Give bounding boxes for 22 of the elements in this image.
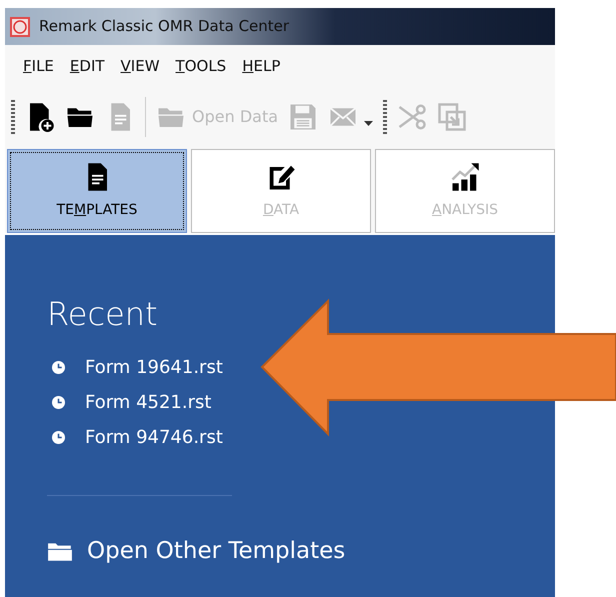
copy-icon xyxy=(437,102,468,132)
menu-item[interactable]: VIEW xyxy=(116,55,172,78)
chart-icon xyxy=(450,162,480,192)
save-icon xyxy=(288,102,318,132)
menu-item[interactable]: FILE xyxy=(19,55,66,78)
menu-item[interactable]: HELP xyxy=(238,55,292,78)
app-logo-icon xyxy=(9,16,31,38)
open-other-templates-link[interactable]: Open Other Templates xyxy=(87,534,346,568)
recent-file-link[interactable]: Form 19641.rst xyxy=(85,354,223,381)
nav-tab[interactable]: TEMPLATES xyxy=(7,149,187,233)
scissors-icon xyxy=(397,102,428,132)
menu-item[interactable]: EDIT xyxy=(66,55,117,78)
clock-icon xyxy=(52,361,65,374)
toolbar-grip xyxy=(11,100,15,134)
clock-icon xyxy=(52,396,65,409)
recent-file-link[interactable]: Form 94746.rst xyxy=(85,424,223,451)
section-heading: Recent xyxy=(47,294,159,335)
menu-item[interactable]: TOOLS xyxy=(172,55,238,78)
toolbar-grip xyxy=(383,100,388,134)
recent-file-link[interactable]: Form 4521.rst xyxy=(85,389,212,416)
clock-icon xyxy=(52,431,65,444)
window-title: Remark Classic OMR Data Center xyxy=(39,16,290,38)
